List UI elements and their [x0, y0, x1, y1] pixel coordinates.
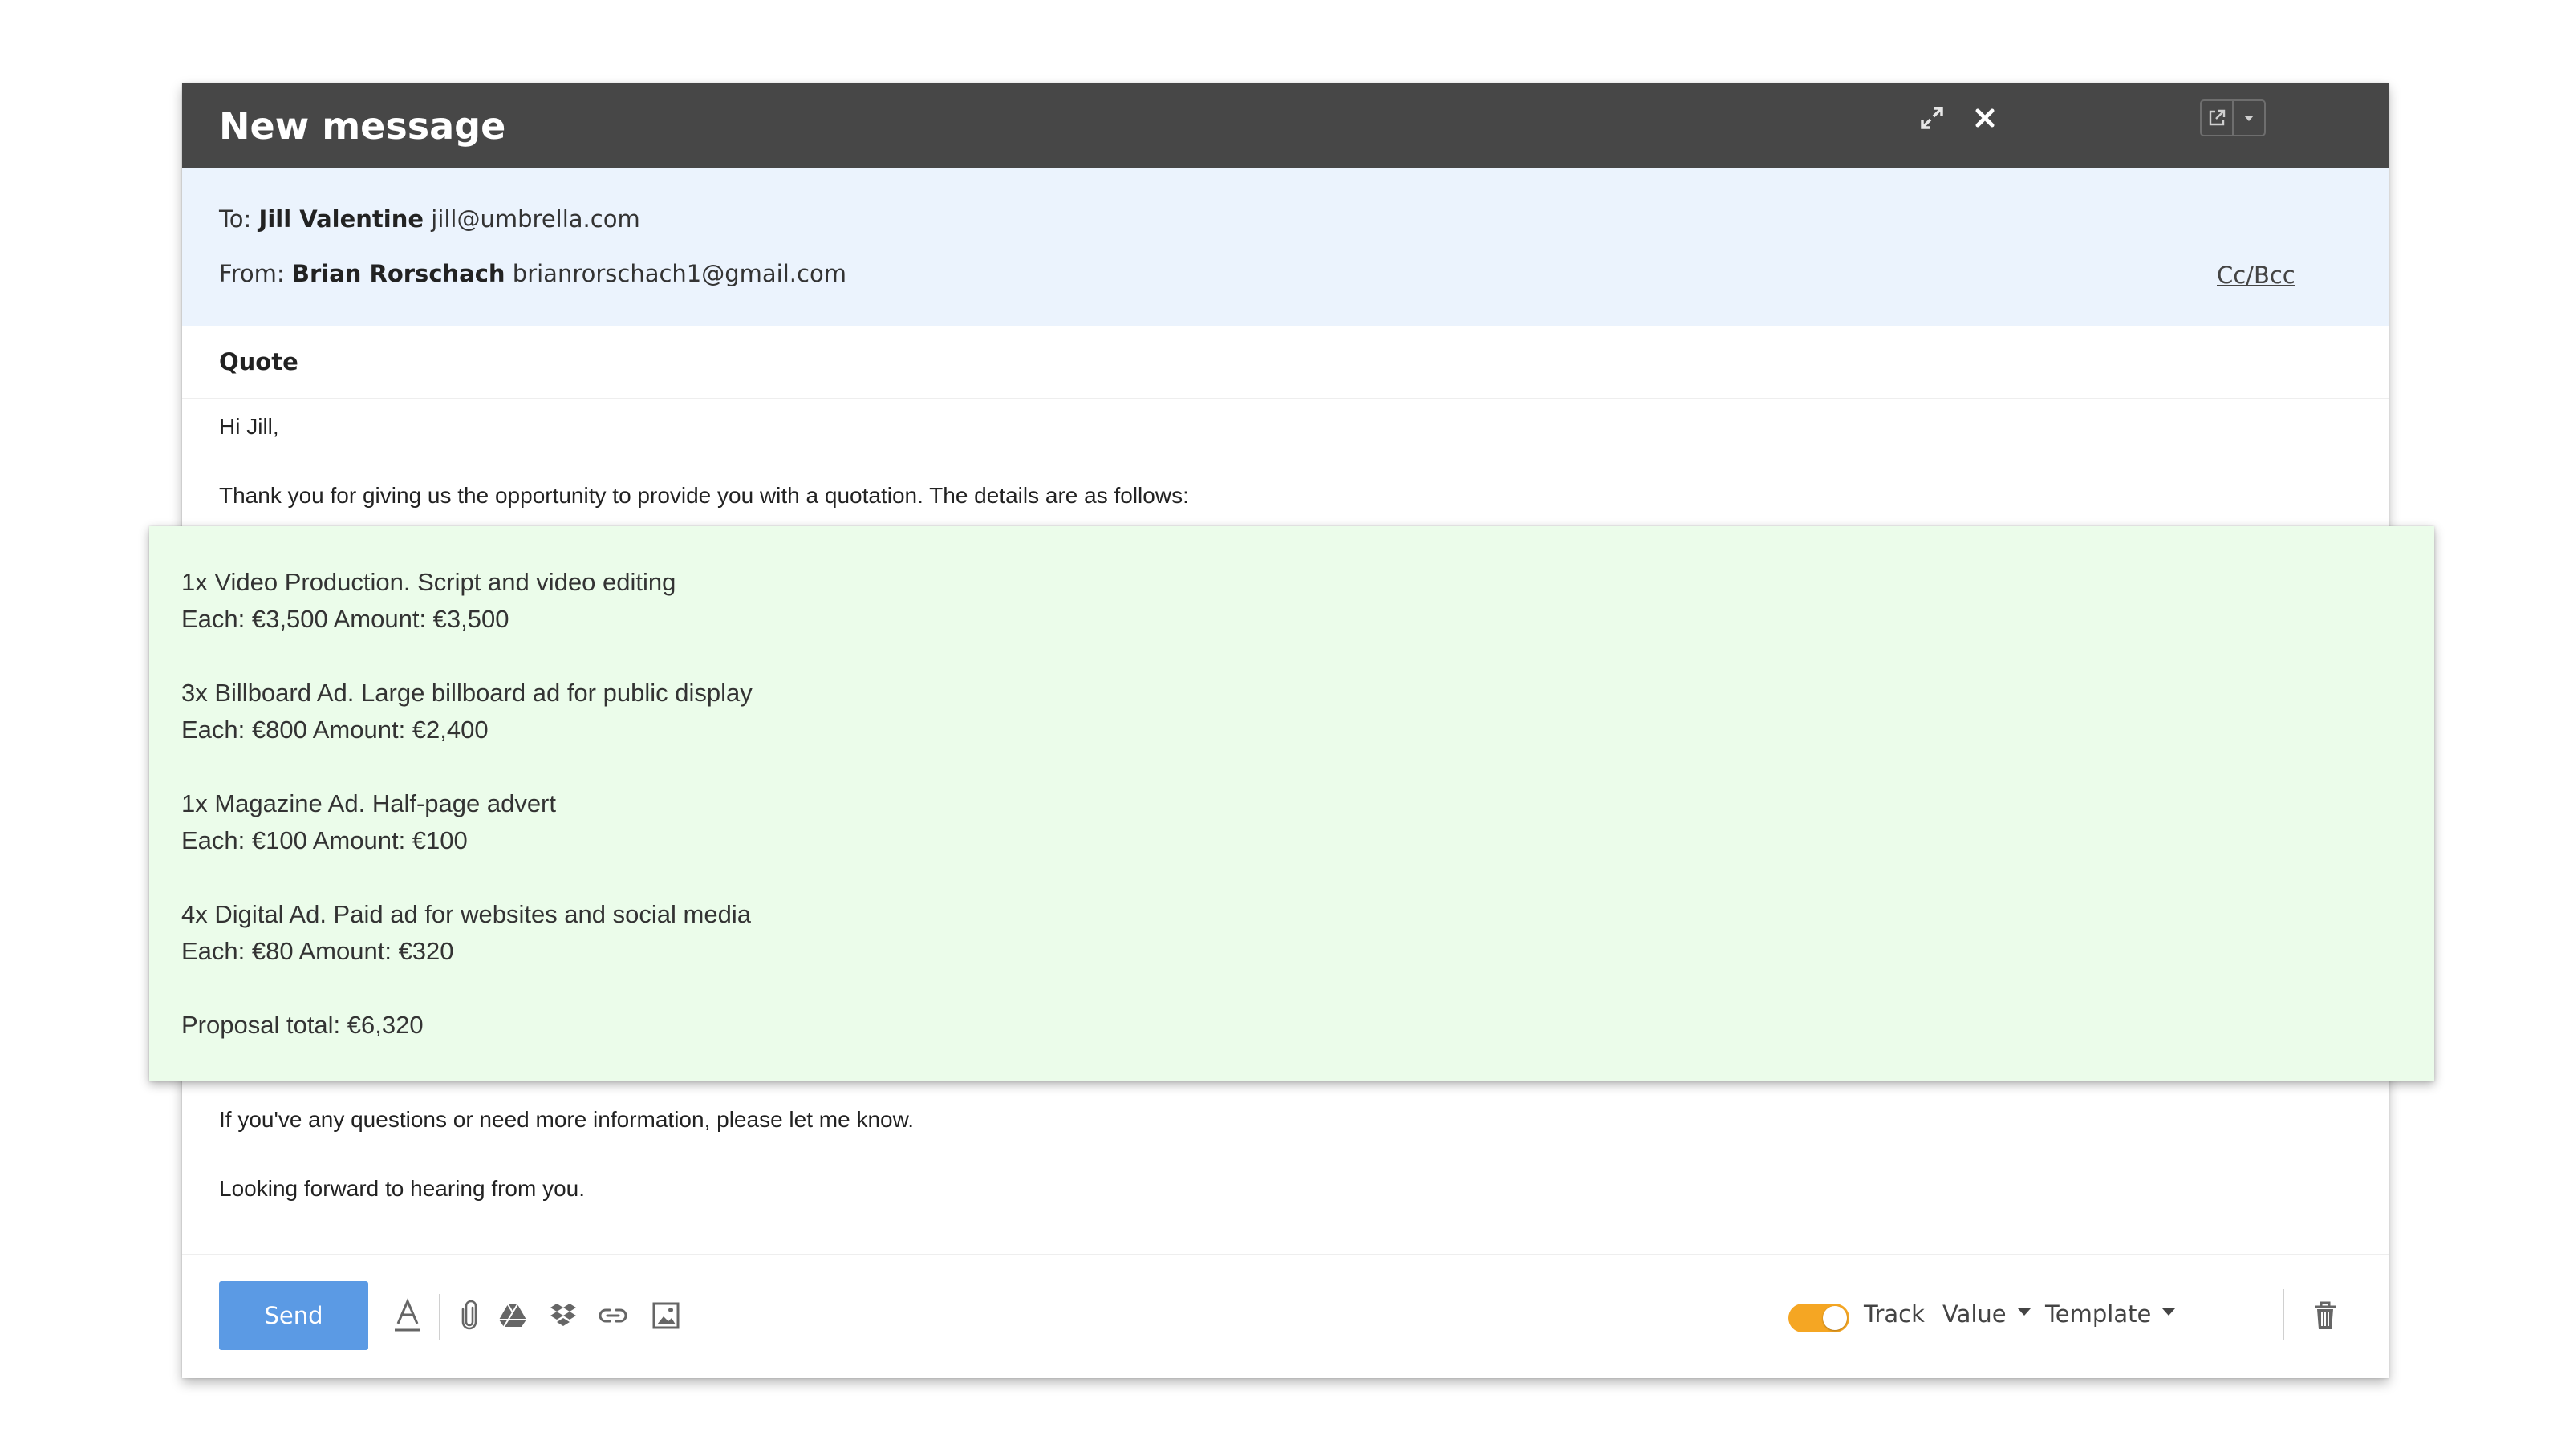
- value-label: Value: [1942, 1300, 2007, 1328]
- quote-item-title: 3x Billboard Ad. Large billboard ad for …: [181, 679, 753, 707]
- template-label: Template: [2045, 1300, 2152, 1328]
- from-label: From:: [219, 260, 285, 287]
- attachment-icon[interactable]: [449, 1296, 489, 1336]
- quote-item-title: 1x Video Production. Script and video ed…: [181, 568, 676, 596]
- quote-item-price: Each: €800 Amount: €2,400: [181, 716, 489, 744]
- expand-icon[interactable]: [1914, 99, 1950, 136]
- window-title: New message: [219, 104, 506, 148]
- popout-button[interactable]: [2200, 99, 2266, 136]
- compose-toolbar: Send Track Value Template: [182, 1254, 2389, 1378]
- track-label: Track: [1864, 1300, 1925, 1328]
- quote-item-price: Each: €3,500 Amount: €3,500: [181, 605, 509, 633]
- quote-details-box[interactable]: 1x Video Production. Script and video ed…: [149, 526, 2434, 1081]
- from-line[interactable]: From: Brian Rorschach brianrorschach1@gm…: [219, 260, 846, 287]
- track-toggle[interactable]: [1788, 1304, 1849, 1332]
- title-bar: New message: [182, 83, 2389, 168]
- cc-bcc-link[interactable]: Cc/Bcc: [2217, 262, 2295, 289]
- to-name: Jill Valentine: [258, 205, 424, 233]
- quote-item-title: 1x Magazine Ad. Half-page advert: [181, 789, 556, 817]
- to-label: To:: [219, 205, 252, 233]
- quote-item-title: 4x Digital Ad. Paid ad for websites and …: [181, 900, 751, 928]
- dropbox-icon[interactable]: [543, 1296, 583, 1336]
- body-closing-1[interactable]: If you've any questions or need more inf…: [219, 1107, 914, 1133]
- chevron-down-icon: [2162, 1308, 2176, 1316]
- chevron-down-icon[interactable]: [2232, 101, 2264, 135]
- close-icon[interactable]: [1966, 99, 2003, 136]
- quote-item-price: Each: €100 Amount: €100: [181, 826, 468, 854]
- proposal-total: Proposal total: €6,320: [181, 1011, 424, 1039]
- send-button[interactable]: Send: [219, 1281, 368, 1350]
- trash-icon[interactable]: [2305, 1296, 2345, 1336]
- toolbar-separator: [2283, 1289, 2284, 1340]
- recipient-header: To: Jill Valentine jill@umbrella.com Fro…: [182, 168, 2389, 326]
- body-greeting[interactable]: Hi Jill,: [219, 414, 279, 440]
- toolbar-separator: [439, 1294, 440, 1340]
- body-intro[interactable]: Thank you for giving us the opportunity …: [219, 483, 1189, 509]
- drive-icon[interactable]: [493, 1296, 533, 1336]
- subject-field[interactable]: Quote: [219, 348, 298, 375]
- to-email: jill@umbrella.com: [431, 205, 640, 233]
- toggle-knob: [1823, 1306, 1847, 1330]
- page: New message To: Jill Valentine jill@umbr…: [0, 0, 2561, 1456]
- image-icon[interactable]: [646, 1296, 686, 1336]
- subject-divider: [182, 398, 2389, 399]
- from-email: brianrorschach1@gmail.com: [512, 260, 846, 287]
- template-dropdown[interactable]: Template: [2045, 1300, 2176, 1328]
- value-dropdown[interactable]: Value: [1942, 1300, 2031, 1328]
- quote-item-price: Each: €80 Amount: €320: [181, 937, 454, 965]
- chevron-down-icon: [2017, 1308, 2031, 1316]
- body-closing-2[interactable]: Looking forward to hearing from you.: [219, 1176, 585, 1202]
- popout-icon[interactable]: [2202, 101, 2232, 135]
- to-line[interactable]: To: Jill Valentine jill@umbrella.com: [219, 205, 640, 233]
- text-format-icon[interactable]: [388, 1296, 428, 1336]
- from-name: Brian Rorschach: [291, 260, 505, 287]
- link-icon[interactable]: [593, 1296, 633, 1336]
